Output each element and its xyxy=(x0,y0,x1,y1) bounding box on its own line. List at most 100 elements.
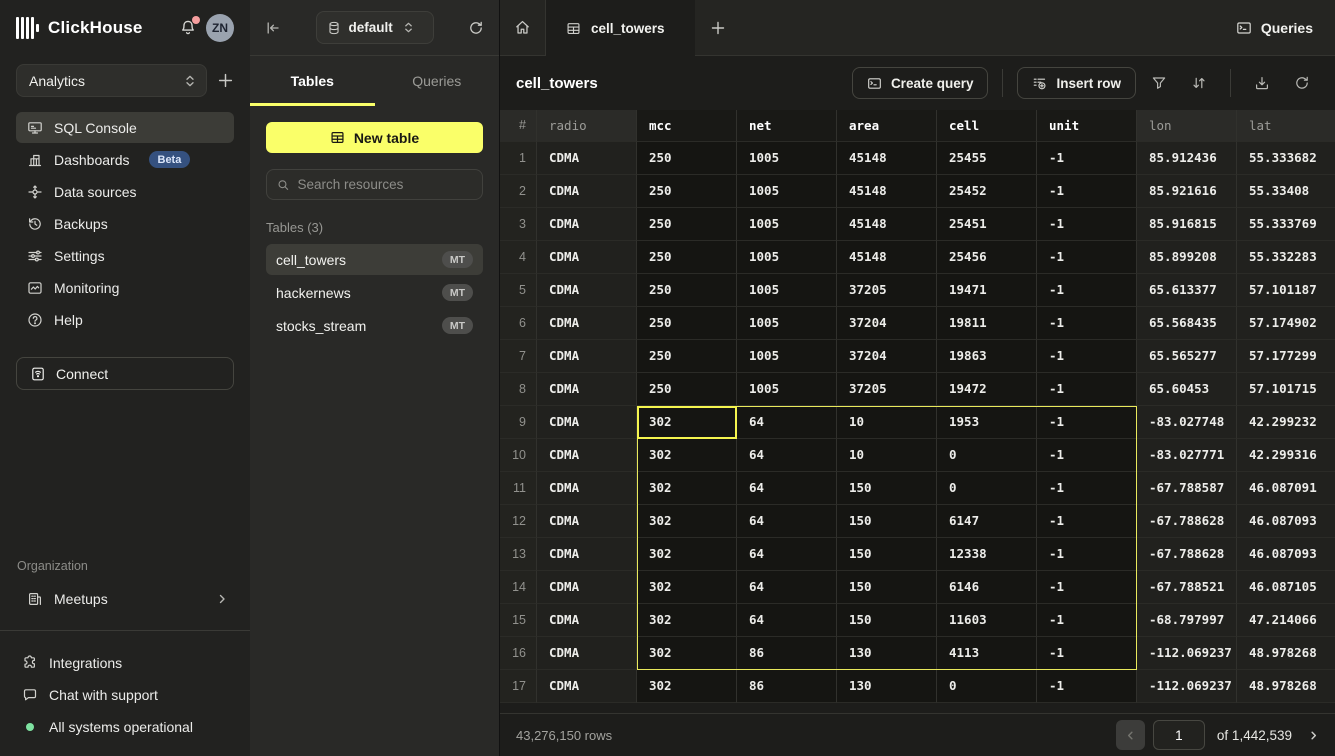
prev-page-button[interactable] xyxy=(1116,720,1145,750)
page-number-input[interactable] xyxy=(1153,720,1205,750)
grid-cell[interactable]: -67.788628 xyxy=(1137,505,1237,538)
grid-cell[interactable]: 6147 xyxy=(937,505,1037,538)
grid-cell[interactable]: 64 xyxy=(737,571,837,604)
grid-cell[interactable]: 250 xyxy=(637,175,737,208)
grid-cell[interactable]: 85.912436 xyxy=(1137,142,1237,175)
grid-cell[interactable]: 1005 xyxy=(737,307,837,340)
grid-cell[interactable]: 57.174902 xyxy=(1237,307,1335,340)
grid-cell[interactable]: 10 xyxy=(837,406,937,439)
grid-cell[interactable]: -1 xyxy=(1037,604,1137,637)
queries-button[interactable]: Queries xyxy=(1236,20,1313,36)
grid-cell[interactable]: CDMA xyxy=(537,307,637,340)
grid-cell[interactable]: 57.177299 xyxy=(1237,340,1335,373)
tab-tables[interactable]: Tables xyxy=(250,56,375,106)
grid-cell[interactable]: CDMA xyxy=(537,241,637,274)
service-selector[interactable]: Analytics xyxy=(16,64,207,97)
grid-cell[interactable]: 1005 xyxy=(737,241,837,274)
grid-cell[interactable]: 250 xyxy=(637,307,737,340)
row-number[interactable]: 7 xyxy=(500,340,537,373)
grid-cell[interactable]: CDMA xyxy=(537,340,637,373)
grid-cell[interactable]: 55.33408 xyxy=(1237,175,1335,208)
grid-cell[interactable]: CDMA xyxy=(537,505,637,538)
row-number[interactable]: 14 xyxy=(500,571,537,604)
row-number[interactable]: 9 xyxy=(500,406,537,439)
grid-cell[interactable]: 65.613377 xyxy=(1137,274,1237,307)
grid-cell[interactable]: 37205 xyxy=(837,373,937,406)
grid-cell[interactable]: 150 xyxy=(837,472,937,505)
row-number[interactable]: 11 xyxy=(500,472,537,505)
grid-cell[interactable]: -67.788628 xyxy=(1137,538,1237,571)
column-header-lat[interactable]: lat xyxy=(1237,110,1335,142)
row-number[interactable]: 15 xyxy=(500,604,537,637)
grid-cell[interactable]: 37205 xyxy=(837,274,937,307)
column-header-lon[interactable]: lon xyxy=(1137,110,1237,142)
column-header-radio[interactable]: radio xyxy=(537,110,637,142)
grid-cell[interactable]: 1005 xyxy=(737,175,837,208)
grid-cell[interactable]: 45148 xyxy=(837,142,937,175)
grid-cell[interactable]: 45148 xyxy=(837,241,937,274)
grid-cell[interactable]: CDMA xyxy=(537,406,637,439)
database-selector[interactable]: default xyxy=(316,11,434,44)
grid-cell[interactable]: 302 xyxy=(637,670,737,703)
new-table-button[interactable]: New table xyxy=(266,122,483,153)
grid-cell[interactable]: -1 xyxy=(1037,637,1137,670)
next-page-button[interactable] xyxy=(1308,730,1319,741)
grid-cell[interactable]: 85.916815 xyxy=(1137,208,1237,241)
connect-button[interactable]: Connect xyxy=(16,357,234,390)
grid-cell[interactable]: 4113 xyxy=(937,637,1037,670)
refresh-table-button[interactable] xyxy=(1285,67,1319,99)
grid-cell[interactable]: 64 xyxy=(737,406,837,439)
sort-button[interactable] xyxy=(1182,67,1216,99)
grid-cell[interactable]: 37204 xyxy=(837,340,937,373)
grid-cell[interactable]: 10 xyxy=(837,439,937,472)
row-number[interactable]: 13 xyxy=(500,538,537,571)
grid-cell[interactable]: CDMA xyxy=(537,274,637,307)
grid-cell[interactable]: 250 xyxy=(637,340,737,373)
grid-cell[interactable]: 46.087091 xyxy=(1237,472,1335,505)
row-number[interactable]: 2 xyxy=(500,175,537,208)
grid-cell[interactable]: 150 xyxy=(837,505,937,538)
row-number[interactable]: 4 xyxy=(500,241,537,274)
column-header-cell[interactable]: cell xyxy=(937,110,1037,142)
download-button[interactable] xyxy=(1245,67,1279,99)
grid-cell[interactable]: 302 xyxy=(637,604,737,637)
grid-cell[interactable]: 1005 xyxy=(737,274,837,307)
grid-cell[interactable]: 57.101187 xyxy=(1237,274,1335,307)
grid-cell[interactable]: 250 xyxy=(637,142,737,175)
grid-cell[interactable]: CDMA xyxy=(537,472,637,505)
search-input[interactable] xyxy=(298,177,472,192)
grid-cell[interactable]: -1 xyxy=(1037,505,1137,538)
sidebar-item-monitoring[interactable]: Monitoring xyxy=(16,272,234,303)
grid-cell[interactable]: 64 xyxy=(737,505,837,538)
grid-cell[interactable]: -1 xyxy=(1037,175,1137,208)
grid-cell[interactable]: 19471 xyxy=(937,274,1037,307)
grid-cell[interactable]: 46.087093 xyxy=(1237,538,1335,571)
grid-cell[interactable]: 55.333769 xyxy=(1237,208,1335,241)
grid-cell[interactable]: 55.332283 xyxy=(1237,241,1335,274)
grid-cell[interactable]: 48.978268 xyxy=(1237,670,1335,703)
grid-cell[interactable]: CDMA xyxy=(537,439,637,472)
grid-cell[interactable]: CDMA xyxy=(537,373,637,406)
grid-cell[interactable]: -1 xyxy=(1037,439,1137,472)
grid-cell[interactable]: -1 xyxy=(1037,307,1137,340)
grid-cell[interactable]: 130 xyxy=(837,637,937,670)
row-number[interactable]: 17 xyxy=(500,670,537,703)
sidebar-item-settings[interactable]: Settings xyxy=(16,240,234,271)
grid-cell[interactable]: 47.214066 xyxy=(1237,604,1335,637)
grid-cell[interactable]: CDMA xyxy=(537,208,637,241)
grid-cell[interactable]: 302 xyxy=(637,505,737,538)
grid-cell[interactable]: 64 xyxy=(737,472,837,505)
grid-cell[interactable]: 65.568435 xyxy=(1137,307,1237,340)
notifications-bell-icon[interactable] xyxy=(179,19,197,37)
grid-cell[interactable]: 25456 xyxy=(937,241,1037,274)
column-header-net[interactable]: net xyxy=(737,110,837,142)
grid-cell[interactable]: -1 xyxy=(1037,274,1137,307)
grid-cell[interactable]: 57.101715 xyxy=(1237,373,1335,406)
row-number[interactable]: 6 xyxy=(500,307,537,340)
sidebar-item-dashboards[interactable]: Dashboards Beta xyxy=(16,144,234,175)
grid-cell[interactable]: 55.333682 xyxy=(1237,142,1335,175)
row-number[interactable]: 16 xyxy=(500,637,537,670)
row-number[interactable]: 1 xyxy=(500,142,537,175)
grid-cell[interactable]: -67.788521 xyxy=(1137,571,1237,604)
grid-cell[interactable]: CDMA xyxy=(537,571,637,604)
